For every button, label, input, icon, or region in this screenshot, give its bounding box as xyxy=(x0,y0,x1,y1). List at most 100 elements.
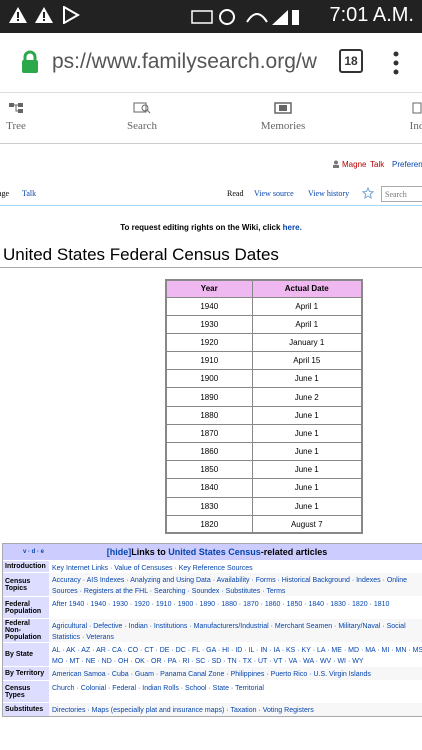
notice-text: To request editing rights on the Wiki, c… xyxy=(120,223,283,232)
nav-item-indexing[interactable]: Ind xyxy=(402,102,422,132)
date-cell: April 1 xyxy=(251,296,363,316)
vde-links[interactable]: v · d · e xyxy=(23,544,44,560)
status-icons xyxy=(191,9,299,25)
table-row: 1830 June 1 xyxy=(165,496,363,516)
table-row: 1850 June 1 xyxy=(165,460,363,480)
user-icon xyxy=(333,160,339,168)
year-cell: 1890 xyxy=(165,387,253,407)
navbox-group-label: By Territory xyxy=(3,667,49,680)
page-tabs: age Talk Read View source View history S… xyxy=(0,184,422,206)
navbox-links[interactable]: Agricultural · Defective · Indian · Inst… xyxy=(49,619,422,642)
year-cell: 1910 xyxy=(165,351,253,371)
star-watch-icon[interactable] xyxy=(362,187,374,199)
date-cell: June 1 xyxy=(251,441,363,462)
navbox-row: By State AL · AK · AZ · AR · CA · CO · CT… xyxy=(3,642,422,666)
nav-item-memories[interactable]: Memories xyxy=(253,102,313,132)
navbox-links[interactable]: American Samoa · Cuba · Guam · Panama Ca… xyxy=(49,667,422,680)
date-cell: June 1 xyxy=(251,423,363,444)
column-header-year: Year xyxy=(165,279,253,298)
tree-icon xyxy=(9,103,23,113)
navbox-links[interactable]: Directories · Maps (especially plat and … xyxy=(49,703,422,716)
address-bar[interactable]: ps://www.familysearch.org/w 18 xyxy=(0,33,422,93)
navbox-title-pre: Links to xyxy=(131,547,169,557)
edit-notice: To request editing rights on the Wiki, c… xyxy=(0,223,422,232)
hide-link[interactable]: [hide] xyxy=(107,547,132,557)
navbox-links[interactable]: After 1940 · 1940 · 1930 · 1920 · 1910 ·… xyxy=(49,597,422,618)
overflow-menu-icon[interactable] xyxy=(393,51,399,75)
table-row: 1870 June 1 xyxy=(165,423,363,444)
tab-divider xyxy=(0,205,422,206)
table-row: 1940 April 1 xyxy=(165,296,363,316)
navbox-links[interactable]: Accuracy · AIS Indexes · Analyzing and U… xyxy=(49,573,422,596)
navbox-row: Federal Population After 1940 · 1940 · 19… xyxy=(3,596,422,618)
table-row: 1920 January 1 xyxy=(165,332,363,353)
clock: 7:01 A.M. xyxy=(329,4,415,26)
talk-link[interactable]: Talk xyxy=(370,160,384,169)
year-cell: 1840 xyxy=(165,478,253,498)
tab-page[interactable]: age xyxy=(0,189,9,198)
year-cell: 1900 xyxy=(165,369,253,389)
title-divider xyxy=(0,267,422,268)
tab-view-source[interactable]: View source xyxy=(254,189,294,198)
site-nav: Tree Search Memories Ind xyxy=(0,94,422,144)
nav-item-label: Memories xyxy=(260,120,306,132)
year-cell: 1880 xyxy=(165,405,253,425)
navbox-row: Substitutes Directories · Maps (especiall… xyxy=(3,702,422,716)
search-input[interactable]: Search xyxy=(381,186,422,202)
united-states-census-link[interactable]: United States Census xyxy=(168,547,261,557)
lock-icon xyxy=(22,50,38,73)
date-cell: June 2 xyxy=(251,387,363,407)
navbox-links[interactable]: Key Internet Links · Value of Censuses ·… xyxy=(49,561,422,572)
year-cell: 1850 xyxy=(165,460,253,480)
nav-item-label: Tree xyxy=(6,120,26,132)
personal-tools: Magne Talk Preferen xyxy=(0,157,422,171)
date-cell: April 15 xyxy=(251,351,363,371)
warning-icon xyxy=(35,7,53,23)
date-cell: August 7 xyxy=(251,514,363,534)
search-icon xyxy=(133,102,151,114)
navbox-group-label: Introduction xyxy=(3,561,49,572)
table-row: 1890 June 2 xyxy=(165,387,363,407)
navbox-links[interactable]: AL · AK · AZ · AR · CA · CO · CT · DE · … xyxy=(49,643,422,666)
navbox-links[interactable]: Church · Colonial · Federal · Indian Rol… xyxy=(49,681,422,702)
tab-view-history[interactable]: View history xyxy=(308,189,349,198)
nav-item-tree[interactable]: Tree xyxy=(0,102,32,132)
year-cell: 1940 xyxy=(165,296,253,316)
page-title: United States Federal Census Dates xyxy=(3,245,279,264)
navbox-group-label: Substitutes xyxy=(3,703,49,716)
year-cell: 1820 xyxy=(165,514,253,534)
navbox-group-label: Federal Non-Population xyxy=(3,619,49,642)
navbox-row: Introduction Key Internet Links · Value o… xyxy=(3,560,422,572)
navbox-row: By Territory American Samoa · Cuba · Guam… xyxy=(3,666,422,680)
date-cell: June 1 xyxy=(251,478,363,498)
navbox-row: Federal Non-Population Agricultural · Def… xyxy=(3,618,422,642)
table-row: 1860 June 1 xyxy=(165,441,363,462)
date-cell: June 1 xyxy=(251,496,363,516)
date-cell: June 1 xyxy=(251,460,363,480)
nav-item-label: Ind xyxy=(409,120,422,132)
preferences-link[interactable]: Preferen xyxy=(392,160,422,169)
nav-item-search[interactable]: Search xyxy=(122,102,162,132)
here-link[interactable]: here. xyxy=(283,223,302,232)
play-store-icon xyxy=(63,6,80,24)
navbox-group-label: Federal Population xyxy=(3,597,49,618)
year-cell: 1930 xyxy=(165,314,253,334)
table-row: 1880 June 1 xyxy=(165,405,363,425)
date-cell: January 1 xyxy=(251,332,363,353)
table-row: 1930 April 1 xyxy=(165,314,363,334)
census-dates-table: Year Actual Date 1940 April 1 1930 April 11… xyxy=(165,279,363,535)
navbox-row: Census Types Church · Colonial · Federal … xyxy=(3,680,422,702)
column-header-actual-date: Actual Date xyxy=(251,279,363,298)
tab-read[interactable]: Read xyxy=(227,189,243,198)
tab-talk[interactable]: Talk xyxy=(22,189,36,198)
tab-switcher-button[interactable]: 18 xyxy=(339,49,363,73)
user-link[interactable]: Magne xyxy=(342,160,366,169)
date-cell: June 1 xyxy=(251,369,363,389)
warning-icon xyxy=(9,7,27,23)
status-bar: 7:01 A.M. xyxy=(0,0,422,33)
navbox-title-post: -related articles xyxy=(260,547,328,557)
url-text[interactable]: ps://www.familysearch.org/w xyxy=(52,50,327,74)
navbox-group-label: Census Topics xyxy=(3,573,49,596)
nav-item-label: Search xyxy=(127,120,157,132)
table-row: 1900 June 1 xyxy=(165,369,363,389)
